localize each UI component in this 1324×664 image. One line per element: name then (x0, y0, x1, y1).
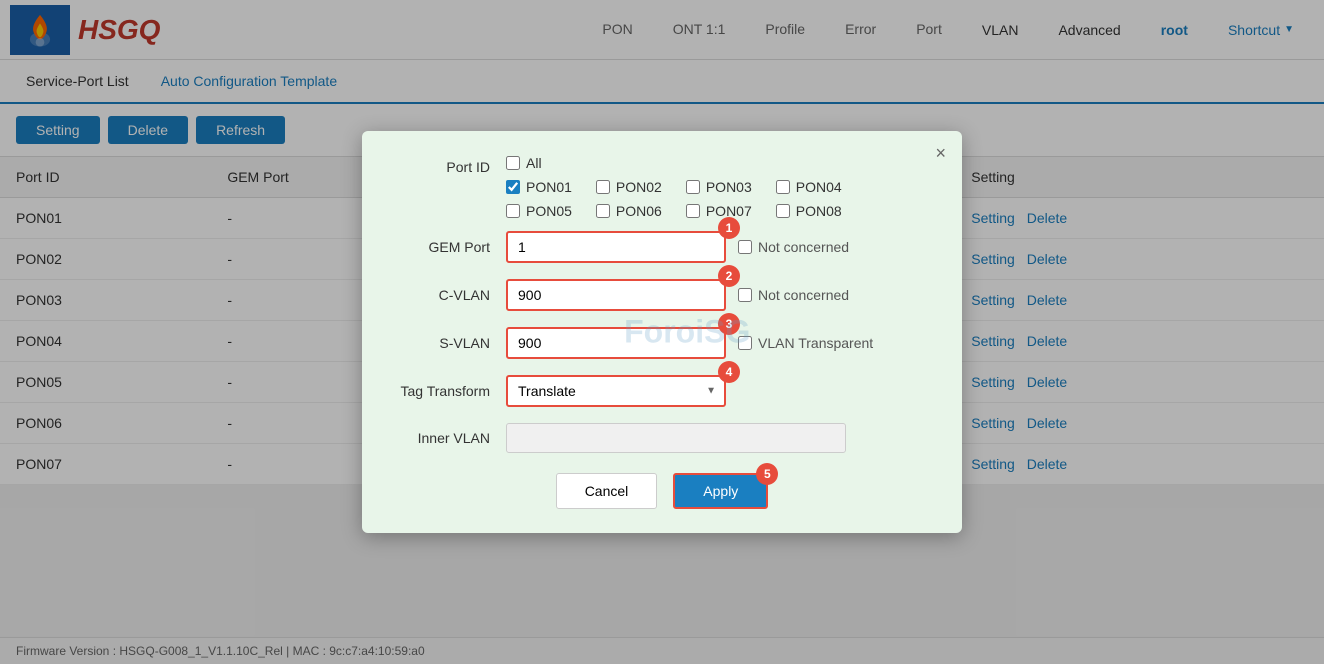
port-id-checkboxes: All PON01 PON02 PON03 (506, 155, 842, 219)
gem-port-input[interactable] (506, 231, 726, 263)
svlan-input-wrapper: 3 (506, 327, 726, 359)
all-checkbox-label[interactable]: All (506, 155, 542, 171)
tag-transform-row: Tag Transform Translate Transparent Tag … (386, 375, 938, 407)
cvlan-row: C-VLAN 2 Not concerned ForoiSG (386, 279, 938, 311)
tag-transform-label: Tag Transform (386, 383, 506, 399)
pon05-label[interactable]: PON05 (506, 203, 572, 219)
pon03-checkbox[interactable] (686, 180, 700, 194)
pon08-checkbox[interactable] (776, 204, 790, 218)
not-concerned-1-label[interactable]: Not concerned (738, 239, 849, 255)
svlan-row: S-VLAN 3 VLAN Transparent (386, 327, 938, 359)
pon01-label[interactable]: PON01 (506, 179, 572, 195)
svlan-badge: 3 (718, 313, 740, 335)
apply-badge: 5 (756, 463, 778, 485)
not-concerned-1-text: Not concerned (758, 239, 849, 255)
all-checkbox[interactable] (506, 156, 520, 170)
pon05-checkbox[interactable] (506, 204, 520, 218)
not-concerned-2-checkbox[interactable] (738, 288, 752, 302)
pon04-label[interactable]: PON04 (776, 179, 842, 195)
not-concerned-2-label[interactable]: Not concerned (738, 287, 849, 303)
pon03-label[interactable]: PON03 (686, 179, 752, 195)
apply-button[interactable]: Apply 5 (673, 473, 768, 509)
modal-footer: Cancel Apply 5 (386, 473, 938, 509)
pon07-label[interactable]: PON07 (686, 203, 752, 219)
not-concerned-1-checkbox[interactable] (738, 240, 752, 254)
pon06-label[interactable]: PON06 (596, 203, 662, 219)
gem-port-input-wrapper: 1 (506, 231, 726, 263)
pon06-checkbox[interactable] (596, 204, 610, 218)
cancel-button[interactable]: Cancel (556, 473, 658, 509)
gem-port-badge: 1 (718, 217, 740, 239)
modal-overlay: × Port ID All PON01 (0, 0, 1324, 664)
svlan-input[interactable] (506, 327, 726, 359)
inner-vlan-input (506, 423, 846, 453)
all-label: All (526, 155, 542, 171)
tag-transform-wrapper: Translate Transparent Tag Untag 4 (506, 375, 726, 407)
pon04-checkbox[interactable] (776, 180, 790, 194)
vlan-transparent-text: VLAN Transparent (758, 335, 873, 351)
gem-port-label: GEM Port (386, 239, 506, 255)
svlan-label: S-VLAN (386, 335, 506, 351)
port-id-label: Port ID (386, 155, 506, 175)
tag-transform-badge: 4 (718, 361, 740, 383)
cvlan-badge: 2 (718, 265, 740, 287)
port-id-row: Port ID All PON01 PON02 (386, 155, 938, 219)
cvlan-input[interactable] (506, 279, 726, 311)
modal-dialog: × Port ID All PON01 (362, 131, 962, 533)
inner-vlan-row: Inner VLAN (386, 423, 938, 453)
modal-close-button[interactable]: × (935, 143, 946, 164)
pon08-label[interactable]: PON08 (776, 203, 842, 219)
gem-port-row: GEM Port 1 Not concerned (386, 231, 938, 263)
cvlan-label: C-VLAN (386, 287, 506, 303)
cvlan-input-wrapper: 2 (506, 279, 726, 311)
vlan-transparent-checkbox[interactable] (738, 336, 752, 350)
pon01-checkbox[interactable] (506, 180, 520, 194)
pon07-checkbox[interactable] (686, 204, 700, 218)
pon02-label[interactable]: PON02 (596, 179, 662, 195)
not-concerned-2-text: Not concerned (758, 287, 849, 303)
vlan-transparent-label[interactable]: VLAN Transparent (738, 335, 873, 351)
tag-transform-select[interactable]: Translate Transparent Tag Untag (506, 375, 726, 407)
pon02-checkbox[interactable] (596, 180, 610, 194)
inner-vlan-label: Inner VLAN (386, 430, 506, 446)
